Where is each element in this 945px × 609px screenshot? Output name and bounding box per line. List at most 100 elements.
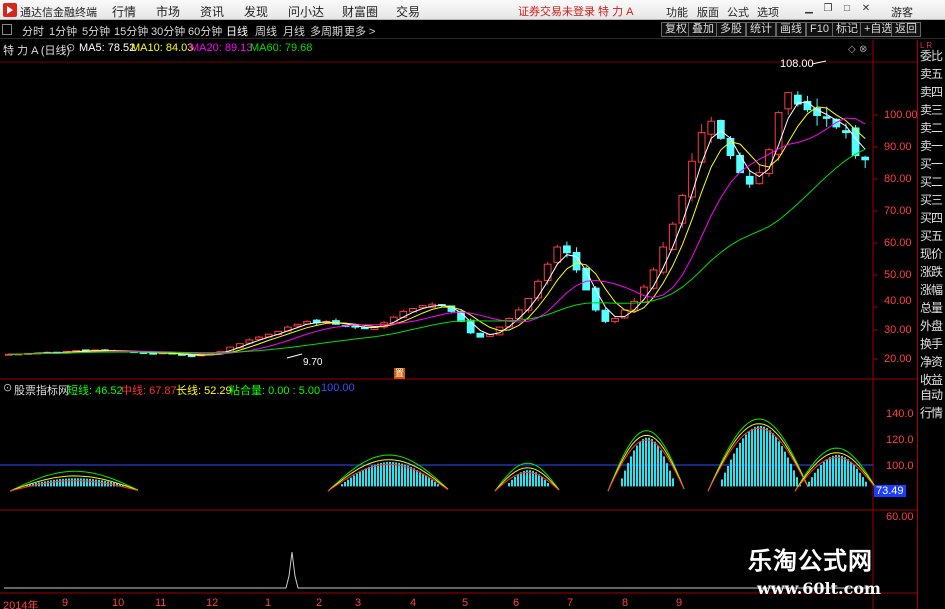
menu-options[interactable]: 选项 [757,4,779,20]
f10-button[interactable]: F10 [806,22,833,37]
indicator-bar [389,461,391,487]
side-label[interactable]: 换手 [920,335,945,352]
settings-icon[interactable]: ⊙ [66,41,75,54]
panel-toggle-icon[interactable] [2,24,12,35]
period-tab-daily[interactable]: 日线 [226,23,248,39]
indicator-bar [74,478,76,487]
event-marker[interactable]: 置 [394,368,405,379]
minimize-icon[interactable]: ▁ [803,3,815,15]
indicator-bar [53,479,55,487]
period-tab-more[interactable]: 更多 > [344,23,375,39]
side-label[interactable]: 涨跌 [920,263,945,280]
back-button[interactable]: 返回 [891,22,921,37]
candle-body [707,120,716,135]
side-label[interactable]: 卖四 [920,83,945,100]
overlay-button[interactable]: 叠加 [688,22,718,37]
indicator-bar [407,465,409,487]
draw-line-button[interactable]: 画线 [776,22,806,37]
side-label[interactable]: 卖一 [920,137,945,154]
indicator-bar [763,426,765,487]
low-price-mark: 9.70 [303,357,323,368]
period-tab[interactable]: 多周期 [310,23,343,39]
indicator-bar [724,472,726,487]
price-tick: 40.00 [884,295,912,307]
indicator-settings-icon[interactable]: ⊙ [3,381,12,394]
candle-body [716,119,725,139]
indicator-bar [95,479,97,487]
indicator-bar [775,436,777,487]
ma20-line [8,117,866,355]
side-label[interactable]: 卖五 [920,65,945,82]
menu-formula[interactable]: 公式 [727,4,749,20]
side-label[interactable]: 卖二 [920,119,945,136]
indicator-bar [757,426,759,487]
period-toolbar: 分时 1分钟 5分钟 15分钟 30分钟 60分钟 日线 周线 月线 多周期 更… [0,21,945,39]
indicator-current-value: 73.49 [874,485,906,497]
indicator-series [9,418,876,492]
indicator-bar [377,463,379,487]
indicator-bar [630,456,632,487]
indicator-bar [817,468,819,487]
side-label[interactable]: 委比 [920,47,945,64]
maximize-icon[interactable]: □ [841,3,853,15]
period-tab[interactable]: 1分钟 [49,23,77,39]
side-label[interactable]: 买三 [920,191,945,208]
price-tick: 30.00 [884,324,912,336]
menu-discover[interactable]: 发现 [244,3,268,20]
adhesion-label: 粘合量: 0.00 : 5.00 [229,385,321,397]
login-notice[interactable]: 证券交易未登录 特 力 A [518,3,634,19]
side-label[interactable]: 净资 [920,353,945,370]
date-tick: 11 [155,597,167,609]
chart-area[interactable]: ◇ ⊗ 特 力 A (日线) ⊙ MA5: 78.52 MA10: 84.03 … [0,40,945,609]
mark-button[interactable]: 标记 [832,22,862,37]
side-label[interactable]: 外盘 [920,317,945,334]
period-tab[interactable]: 周线 [255,23,277,39]
side-label[interactable]: 现价 [920,245,945,262]
indicator-bar [353,475,355,487]
menu-news[interactable]: 资讯 [200,3,224,20]
indicator-bar [541,476,543,487]
restore-icon[interactable]: ❐ [822,3,834,15]
side-label[interactable]: 卖三 [920,101,945,118]
period-tab[interactable]: 月线 [283,23,305,39]
side-label[interactable]: 行情 [920,404,945,421]
candle-body [476,332,485,338]
close-icon[interactable]: ✕ [860,3,872,15]
side-label[interactable]: 买五 [920,227,945,244]
settings-diamond-icon[interactable]: ◇ [848,44,856,55]
menu-trade[interactable]: 交易 [396,3,420,20]
price-tick: 80.00 [884,173,912,185]
multi-stock-button[interactable]: 多股 [716,22,746,37]
side-label[interactable]: 自动 [920,386,945,403]
indicator-bar [380,462,382,487]
period-tab[interactable]: 5分钟 [82,23,110,39]
menu-wealth[interactable]: 财富圈 [342,3,378,20]
date-tick: 1 [265,597,272,609]
side-label[interactable]: 买二 [920,173,945,190]
short-line-label: 短线: 46.52 [67,385,123,397]
period-tab[interactable]: 60分钟 [188,23,222,39]
guest-label[interactable]: 游客 [891,4,913,20]
menu-layout[interactable]: 版面 [697,4,719,20]
side-label[interactable]: 买四 [920,209,945,226]
candle-body [418,305,427,309]
menu-ask[interactable]: 问小达 [288,3,324,20]
stats-button[interactable]: 统计 [746,22,776,37]
period-tab[interactable]: 30分钟 [151,23,185,39]
date-tick: 6 [513,597,520,609]
indicator-bar [514,476,516,487]
close-ring-icon[interactable]: ⊗ [859,44,867,55]
chart-canvas[interactable]: ◇ ⊗ [0,40,945,609]
indicator-bar [657,445,659,487]
side-label[interactable]: 买一 [920,155,945,172]
adjust-button[interactable]: 复权 [661,22,691,37]
menu-quotes[interactable]: 行情 [112,3,136,20]
period-tab[interactable]: 分时 [22,23,44,39]
side-label[interactable]: 总量 [920,299,945,316]
price-tick: 100.00 [884,109,918,121]
period-tab[interactable]: 15分钟 [114,23,148,39]
indicator-bar [92,479,94,487]
side-label[interactable]: 涨幅 [920,281,945,298]
menu-function[interactable]: 功能 [666,4,688,20]
menu-market[interactable]: 市场 [156,3,180,20]
